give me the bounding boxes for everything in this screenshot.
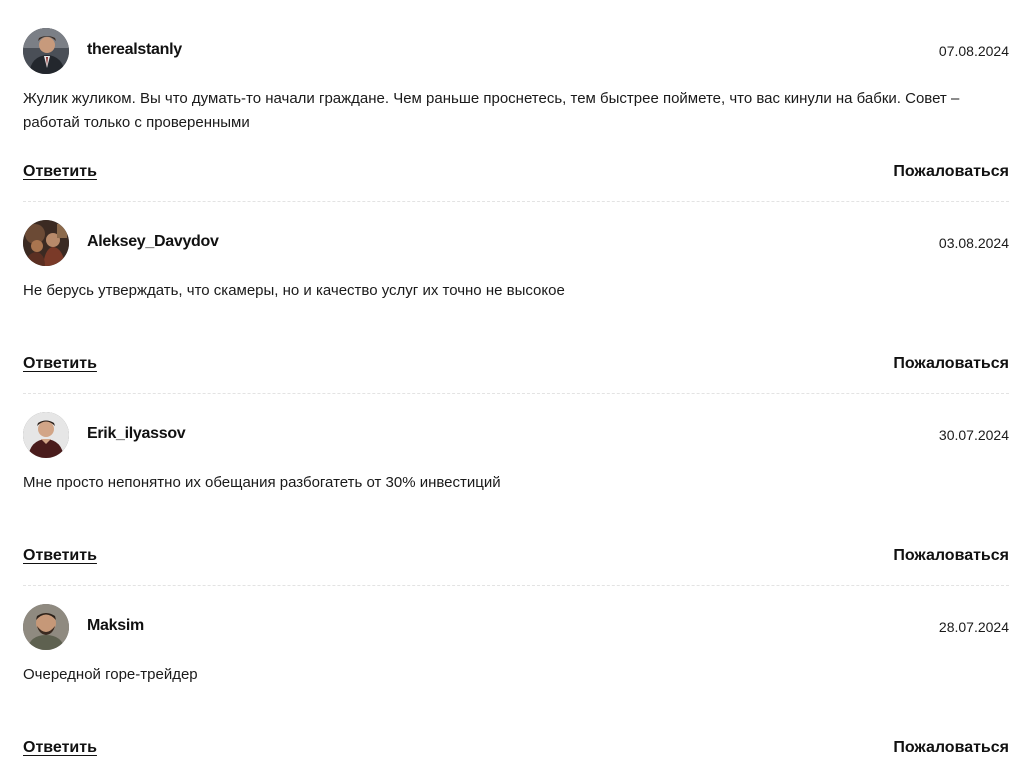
avatar-icon	[23, 220, 69, 266]
user-avatar[interactable]	[23, 412, 69, 458]
comment-date: 03.08.2024	[938, 235, 1009, 251]
comment-date: 07.08.2024	[938, 43, 1009, 59]
comment-divider	[23, 201, 1009, 202]
comment-text: Мне просто непонятно их обещания разбога…	[23, 474, 501, 491]
username[interactable]: Aleksey_Davydov	[87, 233, 219, 251]
avatar-icon	[23, 28, 69, 74]
report-button[interactable]: Пожаловаться	[893, 163, 1009, 181]
report-button[interactable]: Пожаловаться	[893, 547, 1009, 565]
user-avatar[interactable]	[23, 28, 69, 74]
reply-link[interactable]: Ответить	[23, 163, 97, 181]
username[interactable]: Erik_ilyassov	[87, 425, 186, 443]
comment-item: Maksim 28.07.2024 Очередной горе-трейдер…	[23, 604, 1009, 759]
comment-date: 28.07.2024	[938, 619, 1009, 635]
reply-link[interactable]: Ответить	[23, 739, 97, 757]
avatar-icon	[23, 604, 69, 650]
report-button[interactable]: Пожаловаться	[893, 739, 1009, 757]
comment-item: therealstanly 07.08.2024 Жулик жуликом. …	[23, 28, 1009, 220]
comment-item: Aleksey_Davydov 03.08.2024 Не берусь утв…	[23, 220, 1009, 412]
comment-divider	[23, 585, 1009, 586]
username[interactable]: Maksim	[87, 617, 144, 635]
username[interactable]: therealstanly	[87, 41, 182, 59]
reply-link[interactable]: Ответить	[23, 355, 97, 373]
comment-item: Erik_ilyassov 30.07.2024 Мне просто непо…	[23, 412, 1009, 604]
comment-text: Жулик жуликом. Вы что думать-то начали г…	[23, 90, 960, 131]
user-avatar[interactable]	[23, 220, 69, 266]
comment-divider	[23, 393, 1009, 394]
avatar-icon	[23, 412, 69, 458]
report-button[interactable]: Пожаловаться	[893, 355, 1009, 373]
reply-link[interactable]: Ответить	[23, 547, 97, 565]
comments-feed: therealstanly 07.08.2024 Жулик жуликом. …	[0, 0, 1024, 759]
comment-date: 30.07.2024	[938, 427, 1009, 443]
user-avatar[interactable]	[23, 604, 69, 650]
comment-text: Очередной горе-трейдер	[23, 666, 198, 683]
comment-text: Не берусь утверждать, что скамеры, но и …	[23, 282, 565, 299]
